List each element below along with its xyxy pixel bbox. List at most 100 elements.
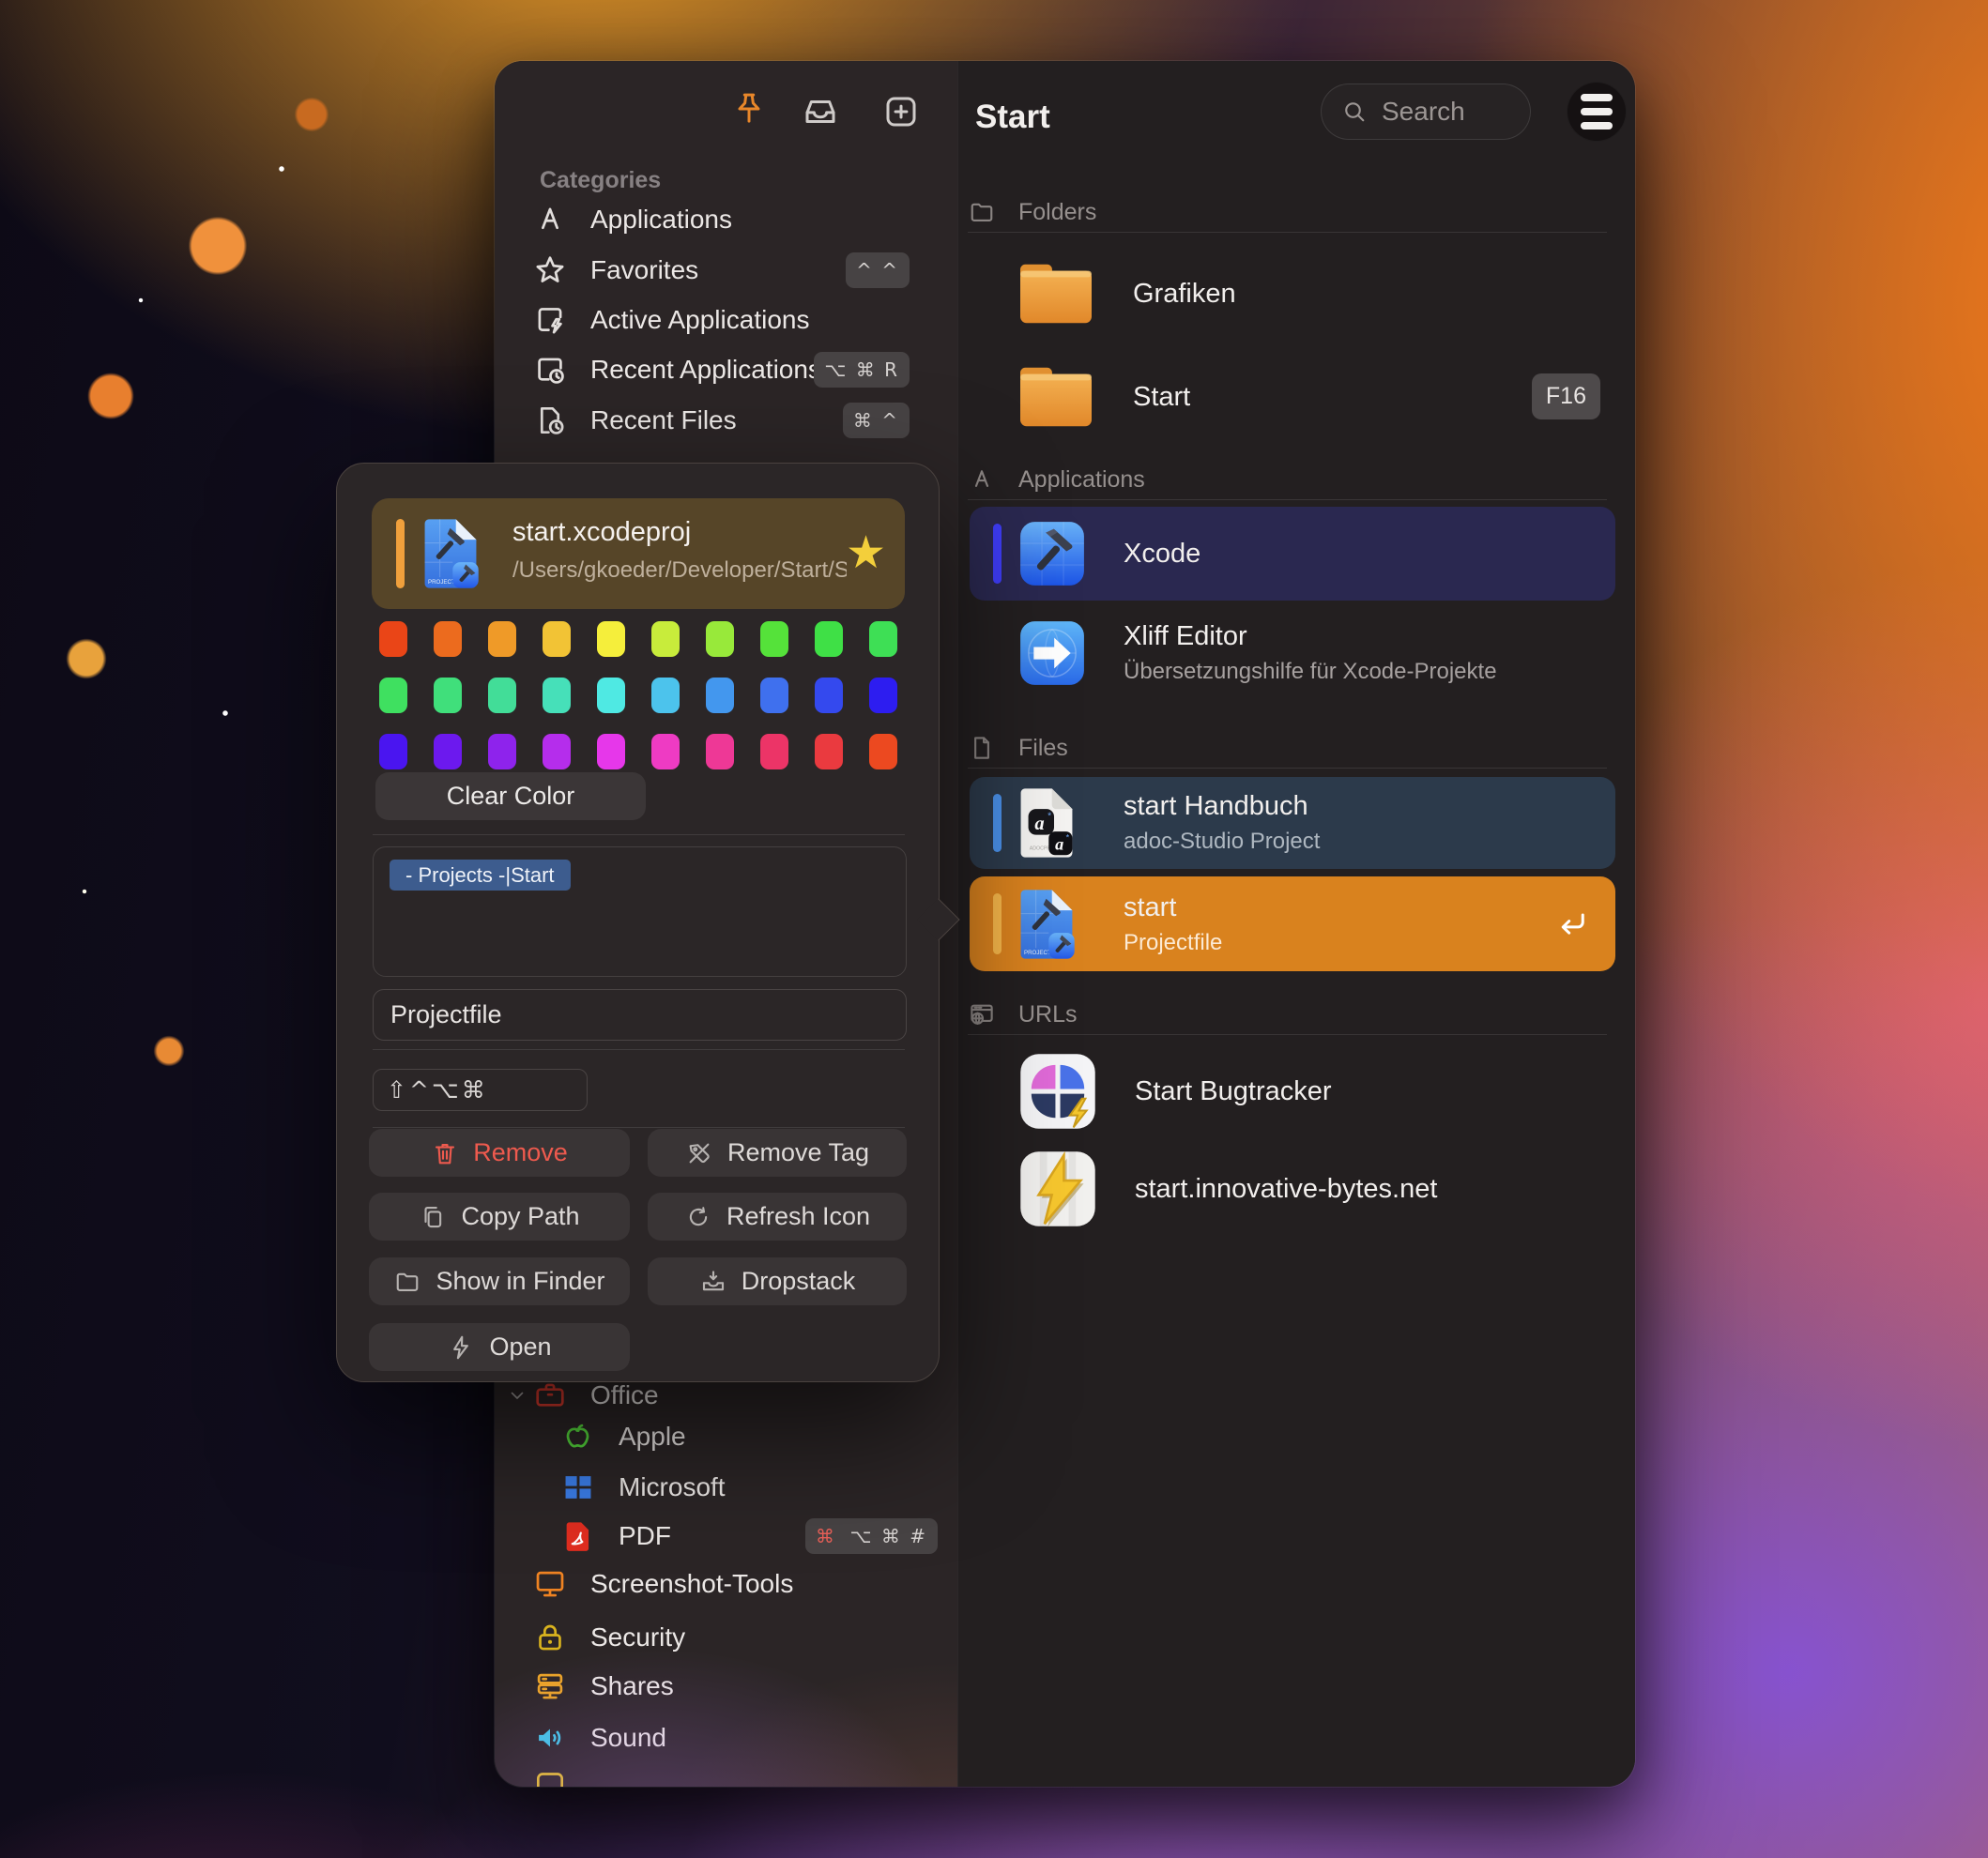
color-swatch[interactable]: [488, 621, 516, 657]
list-item-innovative-bytes-url[interactable]: start.innovative-bytes.net: [970, 1140, 1615, 1238]
tags-box[interactable]: - Projects -|Start: [373, 846, 907, 977]
browser-globe-icon: [968, 1000, 996, 1028]
list-item-title: start.innovative-bytes.net: [1135, 1174, 1437, 1205]
pin-icon[interactable]: [729, 89, 769, 129]
accent-bar: [396, 519, 405, 588]
tag-chip[interactable]: - Projects -|Start: [390, 860, 571, 891]
briefcase-icon: [532, 1378, 568, 1413]
remove-button[interactable]: Remove: [369, 1129, 630, 1177]
bolt-icon: [447, 1333, 475, 1362]
search-input[interactable]: [1382, 97, 1504, 127]
color-swatch[interactable]: [760, 734, 788, 769]
color-swatch[interactable]: [869, 621, 897, 657]
menu-button[interactable]: [1567, 82, 1627, 142]
document-outline-icon: [968, 734, 996, 762]
color-swatch[interactable]: [597, 621, 625, 657]
copy-path-button[interactable]: Copy Path: [369, 1193, 630, 1241]
color-swatch[interactable]: [815, 734, 843, 769]
button-label: Copy Path: [461, 1202, 579, 1231]
sidebar-item-pdf[interactable]: PDF ⌘ # ⌥ ⌘ #: [560, 1511, 957, 1561]
color-swatch[interactable]: [869, 678, 897, 713]
sidebar-item-active-applications[interactable]: Active Applications: [532, 295, 930, 345]
sidebar-item-label: PDF: [619, 1521, 671, 1551]
color-swatch[interactable]: [651, 678, 680, 713]
color-swatch[interactable]: [815, 621, 843, 657]
color-swatch[interactable]: [597, 678, 625, 713]
svg-text:a: a: [1034, 814, 1044, 834]
xliff-editor-app-icon: [1019, 620, 1085, 686]
color-swatch[interactable]: [597, 734, 625, 769]
open-button[interactable]: Open: [369, 1323, 630, 1371]
color-swatch[interactable]: [543, 621, 571, 657]
sidebar-item-security[interactable]: Security: [532, 1612, 930, 1663]
color-swatch[interactable]: [488, 734, 516, 769]
divider: [968, 232, 1607, 233]
remove-tag-button[interactable]: Remove Tag: [648, 1129, 907, 1177]
pdf-icon: [560, 1518, 596, 1554]
section-header-folders: Folders: [968, 196, 1096, 228]
color-swatch[interactable]: [760, 678, 788, 713]
sidebar-item-recent-applications[interactable]: Recent Applications ⌥ ⌘ R: [532, 344, 930, 395]
list-item-xliff-editor[interactable]: Xliff Editor Übersetzungshilfe für Xcode…: [970, 610, 1615, 696]
sidebar-item-apple[interactable]: Apple: [560, 1411, 957, 1462]
sidebar-item-label: Screenshot-Tools: [590, 1569, 793, 1599]
sidebar-item-shares[interactable]: Shares: [532, 1661, 930, 1712]
color-swatch[interactable]: [434, 734, 462, 769]
color-swatch[interactable]: [706, 621, 734, 657]
tray-icon[interactable]: [801, 92, 840, 131]
sidebar-item-applications[interactable]: Applications: [532, 194, 930, 245]
sidebar-item-recent-files[interactable]: Recent Files ⌘ ^: [532, 395, 930, 446]
list-item-start-projectfile[interactable]: PROJECT start Projectfile: [970, 876, 1615, 971]
clipped-item-icon: [532, 1765, 568, 1787]
clear-color-button[interactable]: Clear Color: [375, 772, 646, 820]
show-in-finder-button[interactable]: Show in Finder: [369, 1257, 630, 1305]
color-swatch[interactable]: [543, 678, 571, 713]
adoc-document-icon: a * ADOCPROJECT a *: [1017, 786, 1077, 860]
color-swatch[interactable]: [706, 734, 734, 769]
section-header-files: Files: [968, 732, 1068, 764]
color-swatch[interactable]: [379, 621, 407, 657]
sidebar-item-screenshot-tools[interactable]: Screenshot-Tools: [532, 1559, 930, 1609]
list-item-title: start Handbuch: [1124, 791, 1320, 822]
color-swatch[interactable]: [706, 678, 734, 713]
sidebar-item-sound[interactable]: Sound: [532, 1713, 930, 1763]
file-header-card[interactable]: PROJECT start.xcodeproj /Users/gkoeder/D…: [372, 498, 905, 609]
section-header-label: URLs: [1018, 1001, 1078, 1028]
sidebar-item-clipped[interactable]: [532, 1758, 930, 1787]
sidebar-item-favorites[interactable]: Favorites ^ ^: [532, 245, 930, 296]
color-swatch[interactable]: [760, 621, 788, 657]
sidebar-item-label: Active Applications: [590, 305, 809, 335]
favorite-star-icon[interactable]: ★: [846, 525, 886, 581]
refresh-icon-button[interactable]: Refresh Icon: [648, 1193, 907, 1241]
dropstack-button[interactable]: Dropstack: [648, 1257, 907, 1305]
sidebar-item-label: Shares: [590, 1671, 674, 1701]
color-swatch[interactable]: [651, 734, 680, 769]
color-swatch[interactable]: [543, 734, 571, 769]
color-swatch[interactable]: [434, 621, 462, 657]
list-item-subtitle: Übersetzungshilfe für Xcode-Projekte: [1124, 659, 1497, 685]
list-item-grafiken[interactable]: Grafiken: [970, 248, 1615, 340]
list-item-title: Grafiken: [1133, 279, 1236, 310]
list-item-start-handbuch[interactable]: a * ADOCPROJECT a * start Handbuch adoc-…: [970, 777, 1615, 869]
list-item-start-bugtracker[interactable]: Start Bugtracker: [970, 1043, 1615, 1140]
xcodeproj-document-icon: PROJECT: [421, 513, 481, 594]
color-swatch[interactable]: [379, 734, 407, 769]
shortcut-field[interactable]: [373, 1069, 588, 1111]
categories-heading: Categories: [540, 167, 661, 194]
trash-icon: [431, 1139, 459, 1167]
color-swatch[interactable]: [379, 678, 407, 713]
color-swatch[interactable]: [651, 621, 680, 657]
divider: [373, 834, 905, 835]
color-swatch[interactable]: [434, 678, 462, 713]
chevron-down-icon[interactable]: [506, 1384, 528, 1407]
color-swatch[interactable]: [815, 678, 843, 713]
sidebar-item-microsoft[interactable]: Microsoft: [560, 1462, 957, 1513]
search-field[interactable]: [1321, 84, 1531, 140]
color-swatch[interactable]: [869, 734, 897, 769]
list-item-title: Start: [1133, 382, 1190, 413]
color-swatch[interactable]: [488, 678, 516, 713]
display-name-field[interactable]: [373, 989, 907, 1041]
list-item-xcode[interactable]: Xcode: [970, 507, 1615, 601]
list-item-start-folder[interactable]: Start F16: [970, 351, 1615, 443]
add-icon[interactable]: [881, 92, 921, 131]
